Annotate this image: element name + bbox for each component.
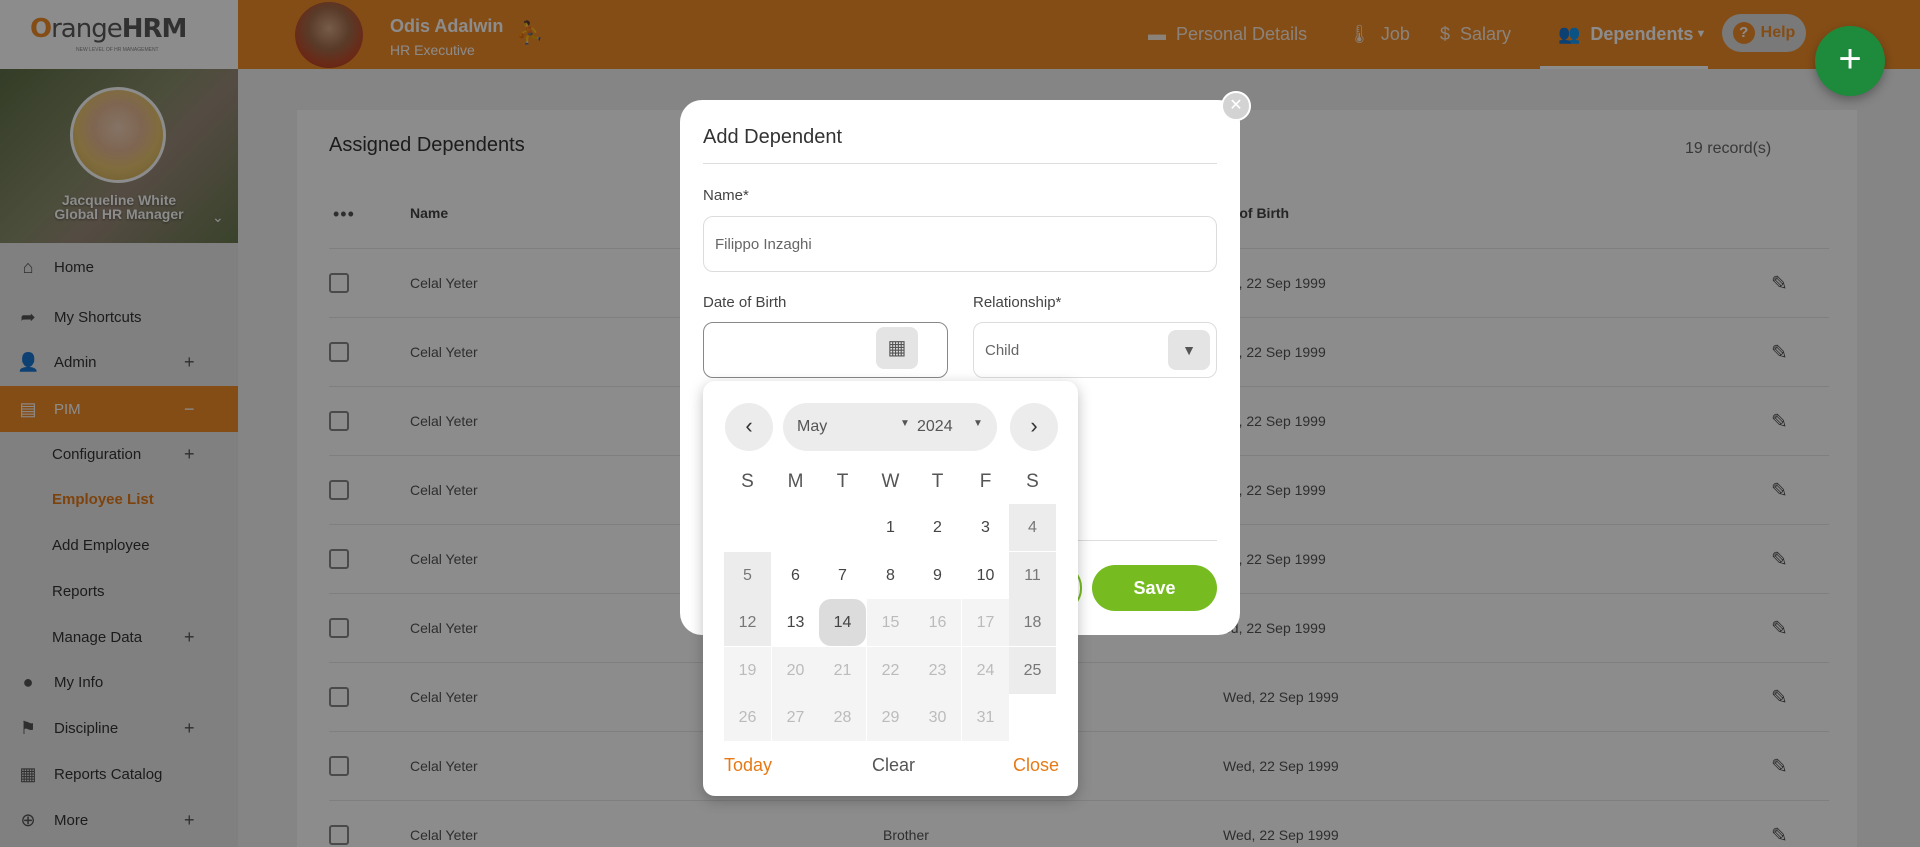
weekday-header: S <box>741 471 754 492</box>
weekday-header: T <box>931 471 944 492</box>
calendar-day[interactable]: 3 <box>962 504 1009 551</box>
calendar-day: 29 <box>867 694 914 741</box>
weekday-header: M <box>787 471 804 492</box>
calendar-day: 15 <box>867 599 914 646</box>
close-button[interactable]: Close <box>1013 755 1059 776</box>
calendar-day: 21 <box>819 646 866 694</box>
calendar-day: 26 <box>724 694 771 741</box>
weekday-header: T <box>836 471 849 492</box>
calendar-day: 28 <box>819 694 866 741</box>
next-month-button[interactable]: › <box>1010 403 1058 451</box>
prev-month-button[interactable]: ‹ <box>725 403 773 451</box>
dob-label: Date of Birth <box>703 294 787 311</box>
calendar-day[interactable]: 5 <box>724 551 771 599</box>
calendar-day[interactable]: 7 <box>819 552 866 599</box>
relationship-value: Child <box>985 341 1020 359</box>
year-select[interactable]: 2024 <box>917 418 953 436</box>
clear-button[interactable]: Clear <box>872 755 915 776</box>
caret-down-icon: ▼ <box>900 418 910 429</box>
weekday-header: S <box>1026 471 1039 492</box>
month-year-select[interactable]: May ▼ 2024 ▼ <box>783 403 997 451</box>
chevron-right-icon: › <box>1030 413 1038 438</box>
calendar-day: 30 <box>914 694 961 741</box>
calendar-day[interactable]: 13 <box>772 599 819 646</box>
calendar-day[interactable]: 8 <box>867 552 914 599</box>
weekday-header: F <box>979 471 992 492</box>
caret-down-icon: ▼ <box>973 418 983 429</box>
chevron-left-icon: ‹ <box>745 413 753 438</box>
calendar-day[interactable]: 4 <box>1009 504 1056 551</box>
calendar-day: 20 <box>772 646 819 694</box>
dialog-title: Add Dependent <box>703 126 843 148</box>
month-select[interactable]: May <box>797 418 827 436</box>
name-input[interactable] <box>703 216 1217 272</box>
relationship-label: Relationship* <box>973 294 1062 311</box>
calendar-day: 19 <box>724 646 771 694</box>
close-icon[interactable]: ✕ <box>1221 91 1251 121</box>
calendar-day[interactable]: 25 <box>1009 646 1056 694</box>
calendar-day[interactable]: 9 <box>914 552 961 599</box>
add-fab-button[interactable]: + <box>1815 26 1885 96</box>
calendar-day[interactable]: 12 <box>724 599 771 646</box>
calendar-day: 24 <box>962 646 1009 694</box>
calendar-day: 17 <box>962 599 1009 646</box>
calendar-day[interactable]: 2 <box>914 504 961 551</box>
calendar-day: 31 <box>962 694 1009 741</box>
calendar-day: 16 <box>914 599 961 646</box>
calendar-day: 27 <box>772 694 819 741</box>
calendar-day: 23 <box>914 646 961 694</box>
calendar-day[interactable]: 1 <box>867 504 914 551</box>
chevron-down-icon[interactable]: ▼ <box>1168 330 1210 370</box>
calendar-icon[interactable]: ▦ <box>876 327 918 369</box>
name-label: Name* <box>703 187 749 204</box>
calendar-day[interactable]: 18 <box>1009 599 1056 646</box>
date-picker: ‹ May ▼ 2024 ▼ › S M T W T F S 1 2 3 4 5 6 7 8 9 10 11 12 1… <box>703 381 1078 796</box>
calendar-day[interactable]: 11 <box>1009 551 1056 599</box>
weekday-header: W <box>881 471 900 492</box>
calendar-day: 22 <box>867 646 914 694</box>
save-button[interactable]: Save <box>1092 565 1217 611</box>
today-button[interactable]: Today <box>724 755 772 776</box>
calendar-day[interactable]: 10 <box>962 552 1009 599</box>
calendar-day[interactable]: 14 <box>819 599 866 646</box>
calendar-day[interactable]: 6 <box>772 552 819 599</box>
divider <box>703 163 1217 164</box>
